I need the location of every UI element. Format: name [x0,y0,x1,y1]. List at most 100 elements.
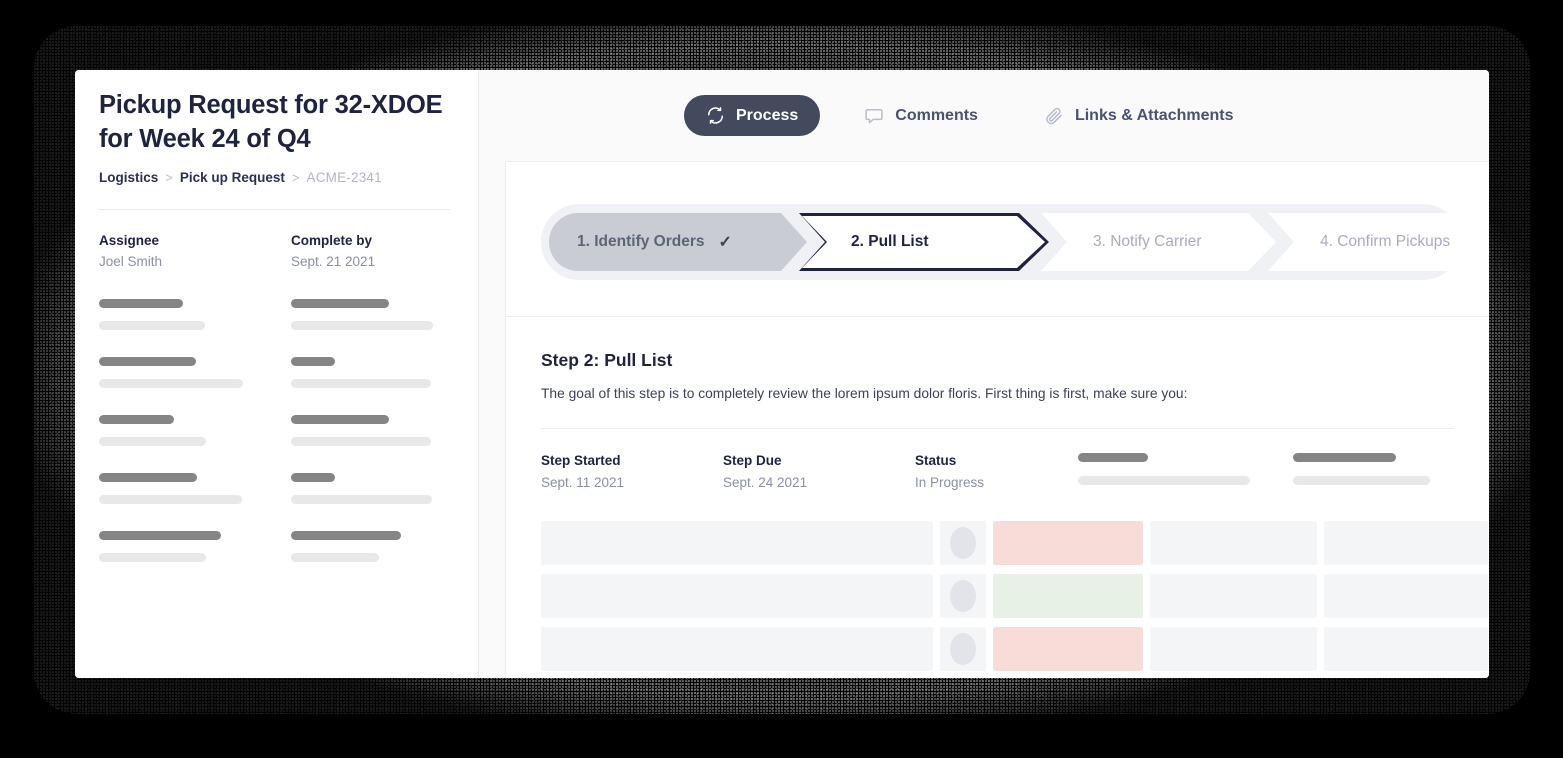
skeleton-cell [99,414,291,446]
avatar [950,527,976,559]
skeleton-value-bar [291,436,431,446]
field-step-due: Step Due Sept. 24 2021 [723,453,915,490]
skeleton-label-bar [99,414,174,424]
table-row[interactable] [541,521,1488,565]
sidebar-skeleton-list [99,298,450,562]
field-step-started: Step Started Sept. 11 2021 [541,453,723,490]
table-cell-status [993,521,1143,565]
comment-icon [864,106,884,126]
status-badge: In Progress [915,475,985,490]
table-cell-avatar [940,521,986,565]
skeleton-label-bar [1078,453,1148,462]
sidebar-divider [99,208,450,210]
step-2-label: 2. Pull List [851,233,929,250]
skeleton-value-bar [1293,476,1430,485]
step-detail-section: Step 2: Pull List The goal of this step … [506,317,1489,671]
table-cell-end [1324,574,1488,618]
process-stepper: 1. Identify Orders ✓ 2. Pull List 3. Not… [541,204,1461,280]
skeleton-cell [291,356,450,388]
table-cell-mid [1150,521,1317,565]
sidebar-meta: Assignee Joel Smith Complete by Sept. 21… [99,233,450,269]
table-cell-end [1324,627,1488,671]
table-cell-mid [1150,627,1317,671]
tab-process-label: Process [736,106,799,124]
skeleton-value-bar [1078,476,1250,485]
skeleton-label-bar [291,530,401,540]
step-1-identify-orders[interactable]: 1. Identify Orders ✓ [549,213,807,271]
step-3-label: 3. Notify Carrier [1093,233,1202,250]
skeleton-value-bar [99,378,243,388]
skeleton-label-bar [291,472,335,482]
field-label-step-started: Step Started [541,453,621,468]
table-cell-status [993,574,1143,618]
field-status: Status In Progress [915,453,1078,490]
stepper-section: 1. Identify Orders ✓ 2. Pull List 3. Not… [506,162,1489,317]
main-content: Process Comments Links & Attachments 1. … [479,70,1489,678]
table-cell-name [541,627,933,671]
breadcrumb-item-logistics[interactable]: Logistics [99,170,158,185]
breadcrumb-separator: > [165,169,173,185]
tab-comments[interactable]: Comments [842,95,1000,137]
app-card: Pickup Request for 32-XDOE for Week 24 o… [75,70,1489,678]
skeleton-label-bar [99,356,196,366]
skeleton-row [99,356,450,388]
meta-label-assignee: Assignee [99,232,160,248]
step-4-confirm-pickups[interactable]: 4. Confirm Pickups [1268,213,1461,271]
step-detail-description: The goal of this step is to completely r… [541,386,1188,401]
meta-value-complete-by: Sept. 21 2021 [291,253,376,269]
skeleton-value-bar [99,552,206,562]
skeleton-label-bar [291,414,389,424]
breadcrumb-item-pickup-request[interactable]: Pick up Request [180,170,285,185]
avatar [950,580,976,612]
skeleton-cell [99,298,291,330]
meta-field-complete-by: Complete by Sept. 21 2021 [291,233,450,269]
skeleton-label-bar [99,530,221,540]
process-panel: 1. Identify Orders ✓ 2. Pull List 3. Not… [505,161,1489,678]
step-3-notify-carrier[interactable]: 3. Notify Carrier [1041,213,1276,271]
skeleton-cell [291,472,450,504]
check-icon: ✓ [718,234,732,251]
skeleton-value-bar [99,436,206,446]
skeleton-label-bar [1293,453,1396,462]
table-cell-name [541,574,933,618]
skeleton-label-bar [99,472,197,482]
field-label-step-due: Step Due [723,453,782,468]
skeleton-value-bar [99,320,205,330]
skeleton-label-bar [291,298,389,308]
skeleton-value-bar [291,320,433,330]
field-label-status: Status [915,453,957,468]
table-row[interactable] [541,574,1488,618]
tab-links-attachments-label: Links & Attachments [1074,106,1234,124]
skeleton-row [99,298,450,330]
meta-label-complete-by: Complete by [291,232,373,248]
breadcrumb-separator: > [291,169,300,185]
skeleton-label-bar [291,356,335,366]
breadcrumb-item-current: ACME-2341 [306,169,382,185]
page-title: Pickup Request for 32-XDOE for Week 24 o… [99,91,443,154]
field-skeleton-2 [1293,453,1454,490]
tab-bar: Process Comments Links & Attachments [479,70,1489,161]
table-cell-name [541,521,933,565]
skeleton-cell [291,414,450,446]
refresh-icon [706,106,725,125]
table-cell-mid [1150,574,1317,618]
sidebar: Pickup Request for 32-XDOE for Week 24 o… [75,70,479,678]
avatar [950,633,976,665]
step-2-pull-list[interactable]: 2. Pull List [799,213,1049,271]
step-1-label: 1. Identify Orders [577,233,705,250]
breadcrumb: Logistics > Pick up Request > ACME-2341 [99,170,450,185]
skeleton-label-bar [99,298,183,308]
skeleton-value-bar [291,494,432,504]
step-detail-title: Step 2: Pull List [541,350,673,370]
screenshot-stage: Pickup Request for 32-XDOE for Week 24 o… [0,0,1563,758]
table-cell-avatar [940,574,986,618]
skeleton-cell [99,472,291,504]
skeleton-row [99,530,450,562]
detail-divider [541,428,1454,429]
skeleton-value-bar [291,552,379,562]
field-value-step-due: Sept. 24 2021 [723,475,808,490]
tab-process[interactable]: Process [684,95,821,136]
table-row[interactable] [541,627,1488,671]
tab-links-attachments[interactable]: Links & Attachments [1022,95,1256,137]
skeleton-row [99,472,450,504]
